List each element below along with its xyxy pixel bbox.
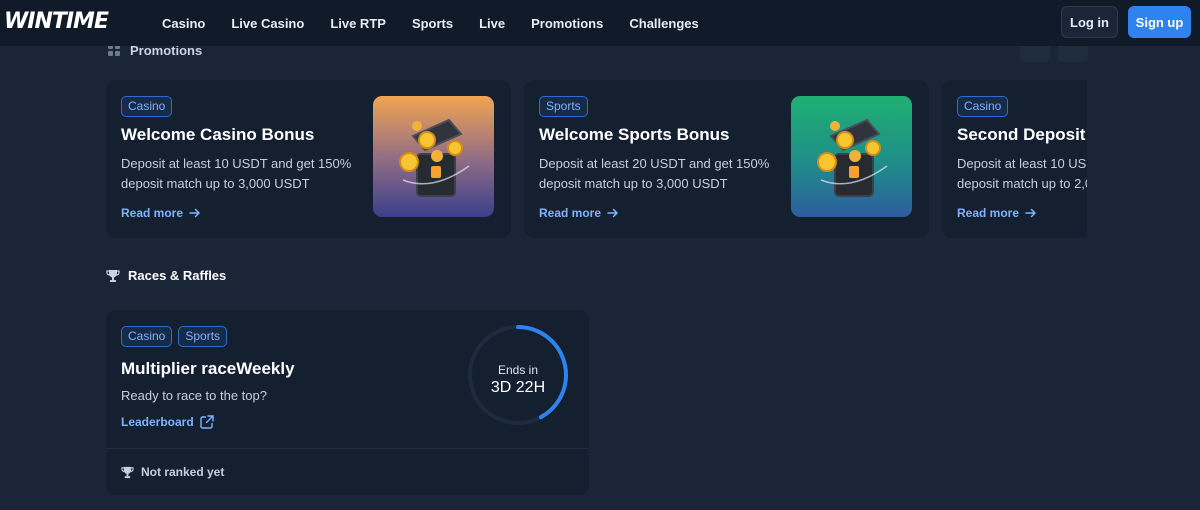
- promo-card-second-deposit[interactable]: Casino Second Deposit Casino Bonus Depos…: [942, 80, 1087, 238]
- read-more-label: Read more: [539, 206, 602, 220]
- races-section-header: Races & Raffles: [106, 268, 226, 283]
- arrow-right-icon: [1025, 208, 1037, 218]
- promo-tag: Sports: [539, 96, 588, 117]
- read-more-link[interactable]: Read more: [957, 206, 1037, 220]
- nav-item-casino[interactable]: Casino: [162, 16, 205, 31]
- read-more-link[interactable]: Read more: [539, 206, 619, 220]
- race-card[interactable]: Casino Sports Multiplier raceWeekly Read…: [106, 310, 589, 495]
- promo-tag: Casino: [121, 96, 173, 117]
- promo-title: Welcome Sports Bonus: [539, 125, 730, 144]
- promo-title: Second Deposit Casino Bonus: [957, 125, 1087, 144]
- race-description: Ready to race to the top?: [121, 388, 267, 403]
- promo-description: Deposit at least 20 USDT and get 150% de…: [539, 156, 770, 191]
- read-more-link[interactable]: Read more: [121, 206, 201, 220]
- countdown-value: 3D 22H: [490, 379, 546, 396]
- login-button[interactable]: Log in: [1061, 6, 1118, 38]
- main-nav: Casino Live Casino Live RTP Sports Live …: [162, 0, 725, 46]
- promo-card-sports[interactable]: Sports Welcome Sports Bonus Deposit at l…: [524, 80, 929, 238]
- races-title: Races & Raffles: [128, 268, 227, 283]
- promo-description: Deposit at least 10 USDT and get 100% de…: [957, 156, 1087, 191]
- wintime-logo[interactable]: WINTIME: [4, 9, 109, 34]
- rank-text: Not ranked yet: [141, 465, 225, 479]
- promo-tag: Casino: [957, 96, 1009, 117]
- nav-item-live-casino[interactable]: Live Casino: [231, 16, 304, 31]
- race-title: Multiplier raceWeekly: [121, 359, 295, 378]
- arrow-right-icon: [607, 208, 619, 218]
- nav-item-sports[interactable]: Sports: [412, 16, 453, 31]
- rank-status: Not ranked yet: [121, 465, 224, 479]
- countdown-ring: [468, 325, 568, 425]
- read-more-label: Read more: [957, 206, 1020, 220]
- trophy-icon: [121, 466, 134, 478]
- race-tag-casino: Casino: [121, 326, 173, 347]
- external-link-icon: [199, 415, 214, 429]
- trophy-icon: [106, 269, 120, 282]
- leaderboard-link[interactable]: Leaderboard: [121, 415, 214, 429]
- promo-description: Deposit at least 10 USDT and get 150% de…: [121, 156, 352, 191]
- leaderboard-label: Leaderboard: [121, 415, 194, 429]
- nav-item-promotions[interactable]: Promotions: [531, 16, 603, 31]
- top-navigation-bar: WINTIME Casino Live Casino Live RTP Spor…: [0, 0, 1200, 46]
- countdown-label: Ends in: [497, 363, 539, 377]
- nav-item-challenges[interactable]: Challenges: [629, 16, 698, 31]
- nav-item-live[interactable]: Live: [479, 16, 505, 31]
- logo-text: WINTIME: [4, 9, 109, 34]
- nav-item-live-rtp[interactable]: Live RTP: [330, 16, 386, 31]
- race-card-divider: [106, 448, 589, 449]
- arrow-right-icon: [189, 208, 201, 218]
- promo-title: Welcome Casino Bonus: [121, 125, 315, 144]
- promotions-carousel: Casino Welcome Casino Bonus Deposit at l…: [106, 80, 1087, 240]
- race-tag-sports: Sports: [178, 326, 228, 347]
- read-more-label: Read more: [121, 206, 184, 220]
- race-tags: Casino Sports: [121, 326, 228, 347]
- treasure-chest-image: [791, 96, 912, 217]
- signup-button[interactable]: Sign up: [1128, 6, 1191, 38]
- promo-card-casino[interactable]: Casino Welcome Casino Bonus Deposit at l…: [106, 80, 511, 238]
- countdown-timer: Ends in 3D 22H: [468, 325, 574, 431]
- treasure-chest-image: [373, 96, 494, 217]
